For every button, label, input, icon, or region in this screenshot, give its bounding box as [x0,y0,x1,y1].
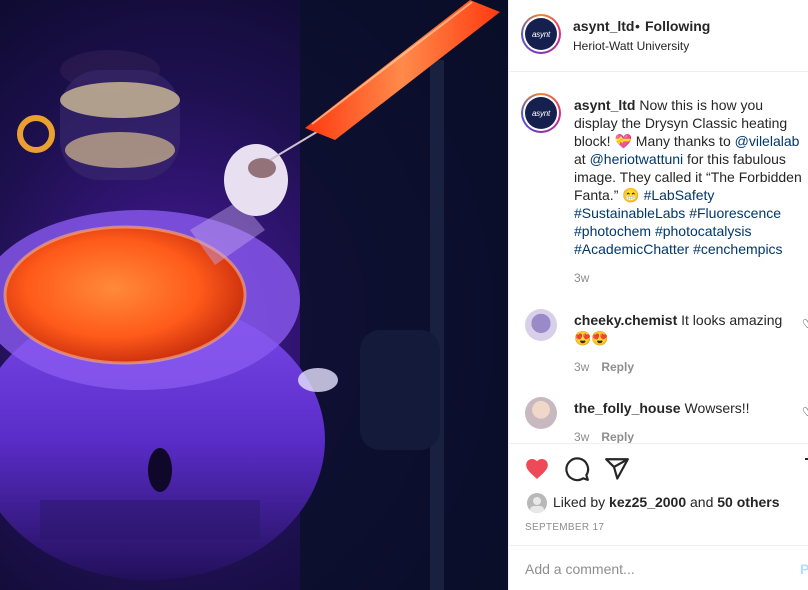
caption-username[interactable]: asynt_ltd [574,97,635,113]
author-avatar-logo: asynt [525,18,557,50]
comment-timestamp[interactable]: 3w [574,360,589,374]
liked-by-user[interactable]: kez25_2000 [609,494,686,510]
mention-link[interactable]: @vilelalab [735,133,800,149]
post-caption: asynt_ltd Now this is how you display th… [574,96,808,258]
caption-avatar-logo: asynt [525,97,557,129]
post-comment-button[interactable]: Post [800,561,808,577]
caption-text: Many thanks to [631,133,735,149]
reply-button[interactable]: Reply [601,360,634,374]
comment-emoji: 😍😍 [574,330,609,346]
hashtag-link[interactable]: #photocatalysis [655,223,752,239]
comment-text: It looks amazing [681,312,783,328]
author-avatar[interactable]: asynt [521,14,561,54]
following-button[interactable]: Following [645,18,710,34]
save-bookmark-icon[interactable] [803,456,808,482]
add-comment-form: Post [509,545,808,590]
heart-emoji: 💝 [614,133,632,149]
comment-meta: 3w Reply [574,360,634,374]
commenter-username[interactable]: the_folly_house [574,400,681,416]
comment-timestamp[interactable]: 3w [574,430,589,443]
liked-by-prefix: Liked by [553,494,606,510]
comment-body: cheeky.chemist It looks amazing 😍😍 [574,311,799,347]
header-separator: • [635,18,640,34]
commenter-avatar[interactable] [525,309,557,341]
hashtag-link[interactable]: #cenchempics [693,241,783,257]
mention-link[interactable]: @heriotwattuni [590,151,684,167]
reply-button[interactable]: Reply [601,430,634,443]
caption-timestamp[interactable]: 3w [574,271,589,285]
liked-by-summary: Liked by kez25_2000 and 50 others [553,494,780,510]
post-date[interactable]: SEPTEMBER 17 [525,522,604,533]
liked-by-others-link[interactable]: 50 others [717,494,779,510]
hashtag-link[interactable]: #LabSafety [644,187,715,203]
comment-input[interactable] [525,558,785,580]
like-comment-heart-icon[interactable]: ♡ [802,317,808,331]
grin-emoji: 😁 [622,187,640,203]
post-actions-bar: Liked by kez25_2000 and 50 others SEPTEM… [509,443,808,545]
caption-author-avatar[interactable]: asynt [521,93,561,133]
comment-text: Wowsers!! [684,400,750,416]
comment-body: the_folly_house Wowsers!! [574,399,799,417]
lab-photo-image [0,0,508,590]
hashtag-link[interactable]: #SustainableLabs [574,205,685,221]
liked-heart-icon[interactable] [524,456,550,482]
share-paper-plane-icon[interactable] [604,456,630,482]
liker-avatar[interactable] [527,493,547,513]
post-header: asynt asynt_ltd • Following Heriot-Watt … [509,0,808,72]
comment-meta: 3w Reply [574,430,634,443]
post-details-panel: asynt asynt_ltd • Following Heriot-Watt … [508,0,808,590]
author-username[interactable]: asynt_ltd [573,18,634,34]
comments-scroll-area[interactable]: asynt asynt_ltd Now this is how you disp… [509,73,808,443]
comment-bubble-icon[interactable] [564,456,590,482]
hashtag-link[interactable]: #AcademicChatter [574,241,689,257]
liked-by-joiner: and [690,494,714,510]
like-comment-heart-icon[interactable]: ♡ [802,405,808,419]
hashtag-link[interactable]: #Fluorescence [689,205,781,221]
post-location[interactable]: Heriot-Watt University [573,39,689,53]
commenter-avatar[interactable] [525,397,557,429]
caption-text: at [574,151,590,167]
commenter-username[interactable]: cheeky.chemist [574,312,677,328]
post-photo[interactable] [0,0,508,590]
hashtag-link[interactable]: #photochem [574,223,651,239]
